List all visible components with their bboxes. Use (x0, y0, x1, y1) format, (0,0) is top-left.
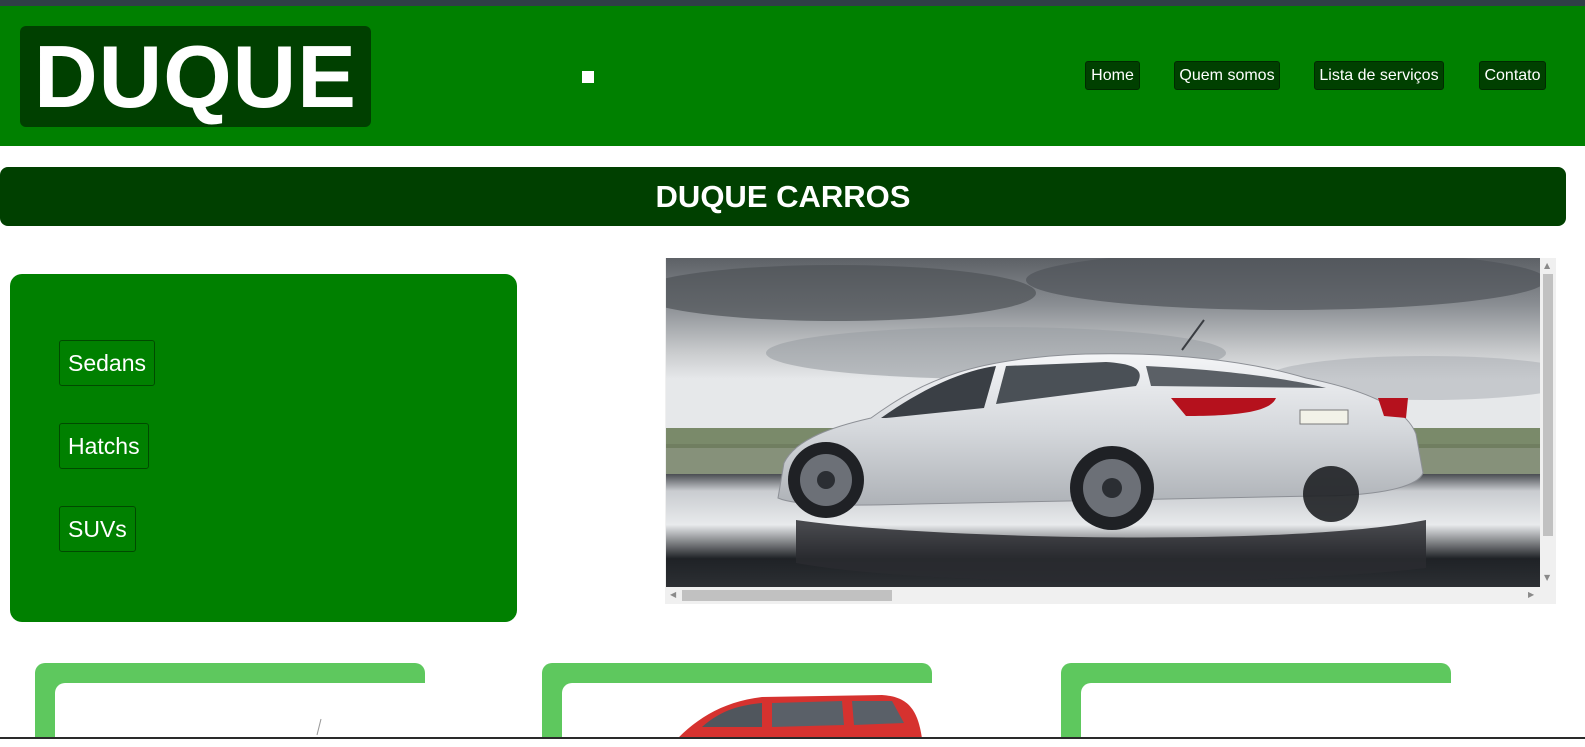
square-bullet-icon (582, 71, 594, 83)
vertical-scroll-thumb[interactable] (1543, 274, 1553, 536)
category-sedans-button[interactable]: Sedans (59, 340, 156, 386)
car-card[interactable] (35, 663, 425, 747)
category-panel: Sedans Hatchs SUVs (10, 274, 517, 622)
page: DUQUE Home Quem somos Lista de serviços … (0, 0, 1585, 747)
category-suvs-button[interactable]: SUVs (59, 506, 136, 552)
category-hatchs-button[interactable]: Hatchs (59, 423, 149, 469)
site-logo[interactable]: DUQUE (20, 26, 371, 127)
arrow-right-icon[interactable]: ▶ (1528, 591, 1534, 599)
arrow-up-icon[interactable]: ▲ (1544, 262, 1550, 270)
vertical-scrollbar[interactable]: ▲ ▼ (1540, 258, 1556, 587)
nav-contato[interactable]: Contato (1479, 61, 1546, 90)
nav-lista-de-servicos[interactable]: Lista de serviços (1314, 61, 1444, 90)
car-card[interactable] (542, 663, 932, 747)
car-card[interactable] (1061, 663, 1451, 747)
nav-quem-somos[interactable]: Quem somos (1174, 61, 1280, 90)
window-bottom-edge (0, 737, 1585, 747)
car-photo (666, 258, 1540, 587)
horizontal-scroll-thumb[interactable] (682, 590, 892, 601)
car-image-frame[interactable]: ▲ ▼ ◀ ▶ (665, 258, 1556, 604)
horizontal-scrollbar[interactable]: ◀ ▶ (666, 587, 1540, 604)
arrow-down-icon[interactable]: ▼ (1544, 574, 1550, 582)
page-banner: DUQUE CARROS (0, 167, 1566, 226)
nav-home[interactable]: Home (1085, 61, 1140, 90)
site-header: DUQUE Home Quem somos Lista de serviços … (0, 6, 1585, 146)
arrow-left-icon[interactable]: ◀ (670, 591, 676, 599)
